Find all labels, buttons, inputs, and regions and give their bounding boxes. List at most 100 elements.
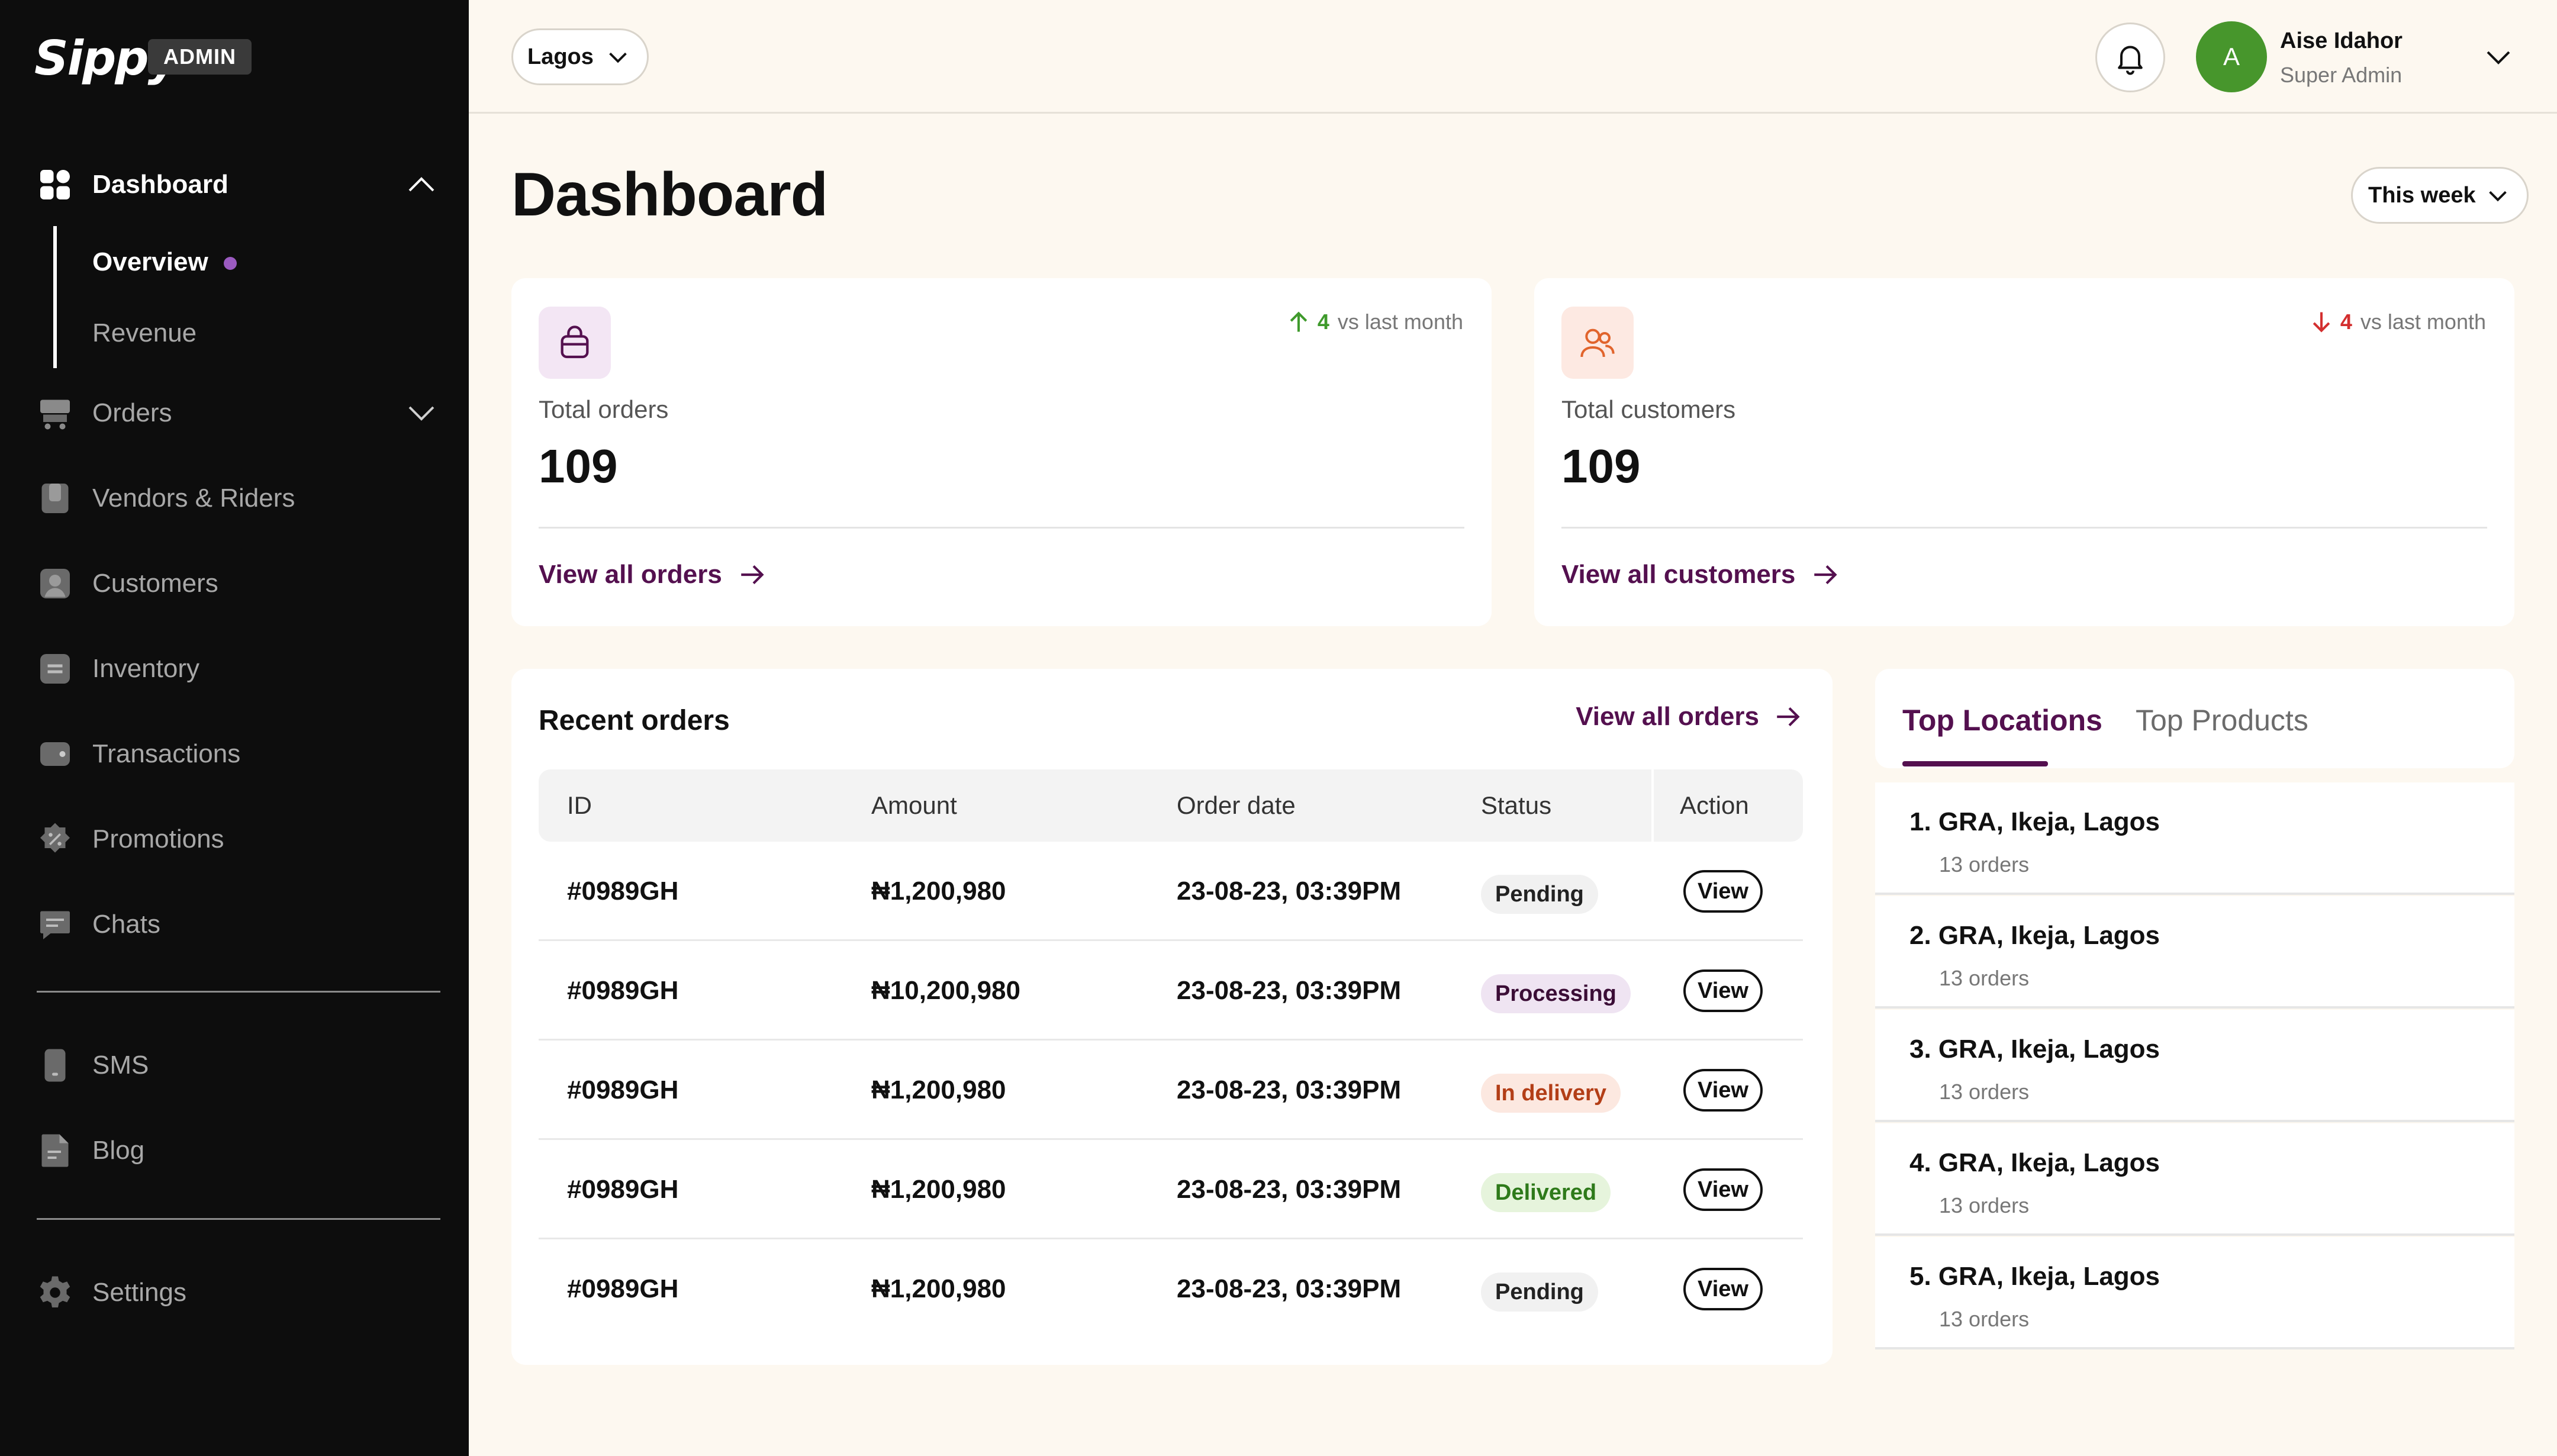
chevron-up-icon[interactable]: [404, 167, 439, 202]
box-icon: [37, 650, 73, 687]
sidebar-subitem-label: Overview: [92, 247, 208, 276]
city-select[interactable]: Lagos: [511, 28, 649, 85]
sidebar-subitem-overview[interactable]: Overview: [92, 247, 237, 277]
location-order-count: 13 orders: [1939, 966, 2030, 990]
list-item[interactable]: 1. GRA, Ikeja, Lagos 13 orders: [1875, 782, 2514, 895]
sidebar-item-label: SMS: [92, 1051, 149, 1080]
user-icon: [37, 565, 73, 602]
trend-value: 4: [1317, 310, 1329, 334]
period-select[interactable]: This week: [2351, 167, 2529, 224]
total-orders-card: 4 vs last month Total orders 109 View al…: [511, 278, 1492, 626]
location-order-count: 13 orders: [1939, 1080, 2030, 1104]
status-badge: Processing: [1481, 974, 1631, 1013]
chevron-down-icon[interactable]: [2482, 41, 2514, 73]
stat-label: Total customers: [1561, 395, 1736, 423]
trend-text: vs last month: [2360, 310, 2486, 334]
location-name: 3. GRA, Ikeja, Lagos: [1909, 1035, 2160, 1064]
avatar[interactable]: A: [2196, 21, 2267, 92]
table-row: #0989GH ₦1,200,980 23-08-23, 03:39PM Del…: [539, 1140, 1803, 1239]
active-dot: [223, 257, 237, 270]
user-name: Aise Idahor: [2280, 28, 2403, 53]
tab-top-products[interactable]: Top Products: [2136, 703, 2308, 737]
view-all-orders-link[interactable]: View all orders: [539, 560, 767, 590]
sidebar-item-inventory[interactable]: Inventory: [37, 645, 439, 692]
order-id: #0989GH: [567, 976, 679, 1005]
tab-top-locations[interactable]: Top Locations: [1902, 703, 2102, 737]
arrow-down-icon: [2313, 312, 2330, 333]
header-divider: [1651, 769, 1654, 842]
trend-value: 4: [2340, 310, 2352, 334]
active-tab-underline: [1902, 761, 2048, 766]
arrow-right-icon: [1777, 707, 1800, 727]
sidebar-item-label: Dashboard: [92, 170, 228, 199]
link-label: View all orders: [1576, 702, 1759, 731]
order-amount: ₦10,200,980: [871, 976, 1020, 1005]
page-title: Dashboard: [511, 160, 828, 229]
location-order-count: 13 orders: [1939, 852, 2030, 877]
sidebar-item-label: Settings: [92, 1278, 186, 1307]
sidebar-item-label: Orders: [92, 398, 172, 427]
view-order-button[interactable]: View: [1683, 969, 1763, 1012]
cart-icon: [37, 395, 73, 431]
document-icon: [37, 1132, 73, 1169]
card-divider: [1561, 527, 2487, 529]
store-icon: [37, 480, 73, 517]
city-select-value: Lagos: [527, 44, 594, 69]
phone-icon: [37, 1047, 73, 1084]
sidebar-item-promotions[interactable]: Promotions: [37, 816, 439, 863]
order-id: #0989GH: [567, 1175, 679, 1204]
order-id: #0989GH: [567, 1075, 679, 1104]
sidebar-item-chats[interactable]: Chats: [37, 901, 439, 948]
grid-icon: [37, 166, 73, 203]
chevron-down-icon: [609, 52, 627, 63]
status-badge: Delivered: [1481, 1173, 1611, 1212]
order-date: 23-08-23, 03:39PM: [1177, 1175, 1402, 1204]
sidebar-subitem-revenue[interactable]: Revenue: [92, 318, 197, 348]
sidebar-item-dashboard[interactable]: Dashboard: [37, 161, 439, 208]
view-order-button[interactable]: View: [1683, 1168, 1763, 1211]
status-badge: In delivery: [1481, 1074, 1621, 1113]
order-date: 23-08-23, 03:39PM: [1177, 976, 1402, 1005]
top-bar: Lagos A Aise Idahor Super Admin: [469, 0, 2557, 114]
sidebar-item-label: Promotions: [92, 824, 224, 853]
order-amount: ₦1,200,980: [871, 1075, 1006, 1104]
chat-icon: [37, 906, 73, 943]
order-date: 23-08-23, 03:39PM: [1177, 877, 1402, 906]
list-item[interactable]: 3. GRA, Ikeja, Lagos 13 orders: [1875, 1010, 2514, 1122]
column-header-order-date: Order date: [1177, 791, 1296, 819]
table-row: #0989GH ₦10,200,980 23-08-23, 03:39PM Pr…: [539, 941, 1803, 1041]
table-row: #0989GH ₦1,200,980 23-08-23, 03:39PM In …: [539, 1041, 1803, 1140]
stat-value: 109: [1561, 440, 1641, 492]
percent-badge-icon: [37, 821, 73, 858]
table-row: #0989GH ₦1,200,980 23-08-23, 03:39PM Pen…: [539, 842, 1803, 941]
list-item[interactable]: 2. GRA, Ikeja, Lagos 13 orders: [1875, 896, 2514, 1009]
view-order-button[interactable]: View: [1683, 870, 1763, 913]
sidebar-divider: [37, 1218, 440, 1220]
view-order-button[interactable]: View: [1683, 1268, 1763, 1310]
sidebar-item-sms[interactable]: SMS: [37, 1042, 439, 1089]
sidebar-item-label: Blog: [92, 1136, 145, 1165]
chevron-down-icon[interactable]: [404, 395, 439, 431]
trend-indicator: 4 vs last month: [2308, 309, 2486, 335]
list-item[interactable]: 4. GRA, Ikeja, Lagos 13 orders: [1875, 1123, 2514, 1236]
total-customers-card: 4 vs last month Total customers 109 View…: [1534, 278, 2514, 626]
notifications-button[interactable]: [2095, 22, 2165, 92]
sidebar-item-transactions[interactable]: Transactions: [37, 730, 439, 778]
sidebar-item-customers[interactable]: Customers: [37, 560, 439, 607]
list-item[interactable]: 5. GRA, Ikeja, Lagos 13 orders: [1875, 1237, 2514, 1349]
view-all-orders-link[interactable]: View all orders: [1576, 702, 1803, 732]
sidebar-item-settings[interactable]: Settings: [37, 1269, 439, 1316]
sidebar-item-label: Customers: [92, 569, 218, 598]
sidebar-item-vendors[interactable]: Vendors & Riders: [37, 475, 439, 522]
view-all-customers-link[interactable]: View all customers: [1561, 560, 1840, 590]
column-header-id: ID: [567, 791, 592, 819]
sidebar-item-orders[interactable]: Orders: [37, 389, 439, 437]
period-select-value: This week: [2368, 182, 2476, 208]
wallet-icon: [37, 736, 73, 772]
order-amount: ₦1,200,980: [871, 877, 1006, 906]
view-order-button[interactable]: View: [1683, 1069, 1763, 1112]
link-label: View all orders: [539, 560, 722, 589]
sidebar-item-label: Vendors & Riders: [92, 484, 295, 513]
order-id: #0989GH: [567, 1274, 679, 1303]
sidebar-item-blog[interactable]: Blog: [37, 1127, 439, 1174]
